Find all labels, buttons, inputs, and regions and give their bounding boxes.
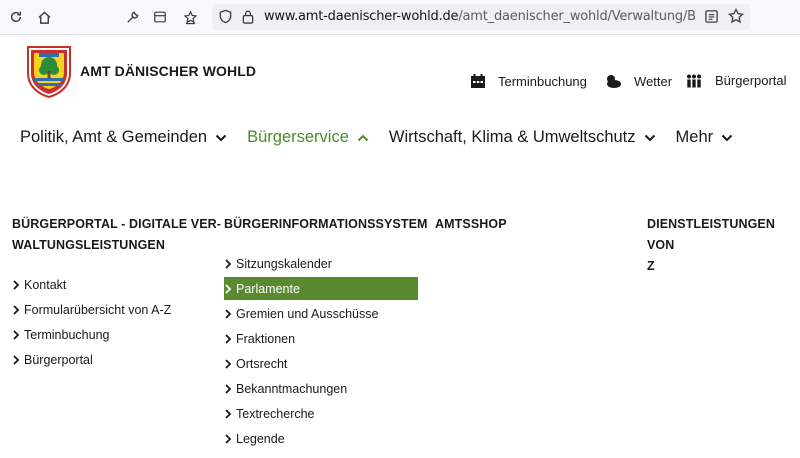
menu-link-buergerportal[interactable]: Bürgerportal — [12, 348, 93, 371]
menu-link-textrecherche[interactable]: Textrecherche — [224, 402, 418, 425]
menu-link-legende[interactable]: Legende — [224, 427, 418, 450]
menu-link-parlamente[interactable]: Parlamente — [224, 277, 418, 300]
nav-mehr[interactable]: Mehr — [676, 128, 734, 147]
nav-politik[interactable]: Politik, Amt & Gemeinden — [20, 128, 227, 147]
heading-line: BÜRGERPORTAL - DIGITALE VER- — [12, 217, 222, 231]
menu-link-bekanntmachungen[interactable]: Bekanntmachungen — [224, 377, 418, 400]
calendar-icon — [470, 73, 486, 89]
chevron-right-icon — [224, 333, 232, 344]
link-label: Fraktionen — [236, 331, 296, 346]
weather-icon — [604, 73, 622, 89]
link-label: Sitzungskalender — [236, 256, 332, 271]
reload-icon[interactable] — [4, 5, 28, 29]
chevron-right-icon — [224, 308, 232, 319]
service-label: Wetter — [634, 73, 673, 89]
megamenu-col-buergerportal: BÜRGERPORTAL - DIGITALE VER- WALTUNGSLEI… — [12, 214, 221, 256]
nav-label: Wirtschaft, Klima & Umweltschutz — [388, 128, 636, 146]
menu-link-sitzungskalender[interactable]: Sitzungskalender — [224, 252, 418, 275]
chevron-right-icon — [224, 258, 232, 269]
chevron-right-icon — [224, 358, 232, 369]
chevron-right-icon — [12, 279, 20, 290]
url-host: www.amt-daenischer-wohld.de — [264, 9, 459, 24]
service-wetter[interactable]: Wetter — [604, 73, 672, 89]
chevron-down-icon — [721, 134, 733, 142]
reader-view-icon[interactable] — [704, 9, 719, 29]
people-icon — [685, 74, 703, 88]
url-bar[interactable]: www.amt-daenischer-wohld.de/amt_daenisch… — [212, 4, 750, 30]
chevron-right-icon — [12, 354, 20, 365]
megamenu-col-bis: BÜRGERINFORMATIONSSYSTEM — [224, 214, 428, 235]
megamenu-col-dienstleistungen: DIENSTLEISTUNGEN VON Z — [647, 214, 800, 277]
menu-link-formularuebersicht[interactable]: Formularübersicht von A-Z — [12, 298, 171, 321]
site-title[interactable]: AMT DÄNISCHER WOHLD — [80, 63, 256, 79]
nav-buergerservice[interactable]: Bürgerservice — [247, 128, 369, 147]
link-label: Bekanntmachungen — [236, 381, 348, 396]
column-heading[interactable]: BÜRGERPORTAL - DIGITALE VER- WALTUNGSLEI… — [12, 214, 221, 256]
lock-icon[interactable] — [241, 9, 255, 29]
service-label: Bürgerportal — [715, 73, 787, 88]
menu-link-ortsrecht[interactable]: Ortsrecht — [224, 352, 418, 375]
chevron-down-icon — [215, 134, 227, 142]
menu-link-terminbuchung[interactable]: Terminbuchung — [12, 323, 109, 346]
column-heading[interactable]: AMTSSHOP — [435, 214, 507, 235]
chevron-right-icon — [12, 304, 20, 315]
link-label: Ortsrecht — [236, 356, 288, 371]
nav-label: Politik, Amt & Gemeinden — [20, 128, 208, 146]
shield-icon[interactable] — [218, 9, 233, 29]
bookmark-icon[interactable] — [728, 7, 744, 29]
chevron-right-icon — [224, 433, 232, 444]
browser-toolbar: www.amt-daenischer-wohld.de/amt_daenisch… — [0, 0, 800, 35]
sidebar-icon[interactable] — [148, 5, 172, 29]
nav-label: Bürgerservice — [247, 128, 349, 146]
menu-link-gremien[interactable]: Gremien und Ausschüsse — [224, 302, 418, 325]
nav-label: Mehr — [675, 128, 714, 146]
bookmark-star-icon[interactable] — [178, 5, 202, 29]
chevron-right-icon — [224, 383, 232, 394]
chevron-right-icon — [224, 408, 232, 419]
url-text[interactable]: www.amt-daenischer-wohld.de/amt_daenisch… — [264, 9, 696, 24]
link-label: Terminbuchung — [24, 327, 110, 342]
service-label: Terminbuchung — [498, 73, 587, 89]
link-label: Bürgerportal — [24, 352, 93, 367]
main-navigation: Politik, Amt & Gemeinden Bürgerservice W… — [20, 128, 753, 147]
menu-link-kontakt[interactable]: Kontakt — [12, 273, 66, 296]
link-label: Kontakt — [24, 277, 67, 292]
column-heading[interactable]: BÜRGERINFORMATIONSSYSTEM — [224, 214, 428, 235]
link-label: Parlamente — [236, 281, 300, 296]
coat-of-arms-logo[interactable] — [26, 45, 72, 99]
heading-line: Z — [647, 259, 655, 273]
nav-wirtschaft[interactable]: Wirtschaft, Klima & Umweltschutz — [389, 128, 656, 147]
chevron-down-icon — [644, 134, 656, 142]
url-path: /amt_daenischer_wohld/Verwaltung/Bürgeri… — [458, 9, 696, 24]
chevron-right-icon — [12, 329, 20, 340]
service-buergerportal[interactable]: Bürgerportal — [685, 73, 787, 88]
menu-link-fraktionen[interactable]: Fraktionen — [224, 327, 418, 350]
chevron-right-icon — [224, 283, 232, 294]
heading-line: DIENSTLEISTUNGEN VON — [647, 217, 775, 252]
home-icon[interactable] — [32, 5, 56, 29]
link-label: Formularübersicht von A-Z — [24, 302, 172, 317]
column-heading[interactable]: DIENSTLEISTUNGEN VON Z — [647, 214, 800, 277]
link-label: Legende — [236, 431, 285, 446]
service-terminbuchung[interactable]: Terminbuchung — [470, 73, 587, 89]
wrench-icon[interactable] — [120, 5, 144, 29]
chevron-up-icon — [357, 134, 369, 142]
link-label: Gremien und Ausschüsse — [236, 306, 379, 321]
link-label: Textrecherche — [236, 406, 315, 421]
heading-line: WALTUNGSLEISTUNGEN — [12, 238, 165, 252]
megamenu-col-amtsshop: AMTSSHOP — [435, 214, 507, 235]
